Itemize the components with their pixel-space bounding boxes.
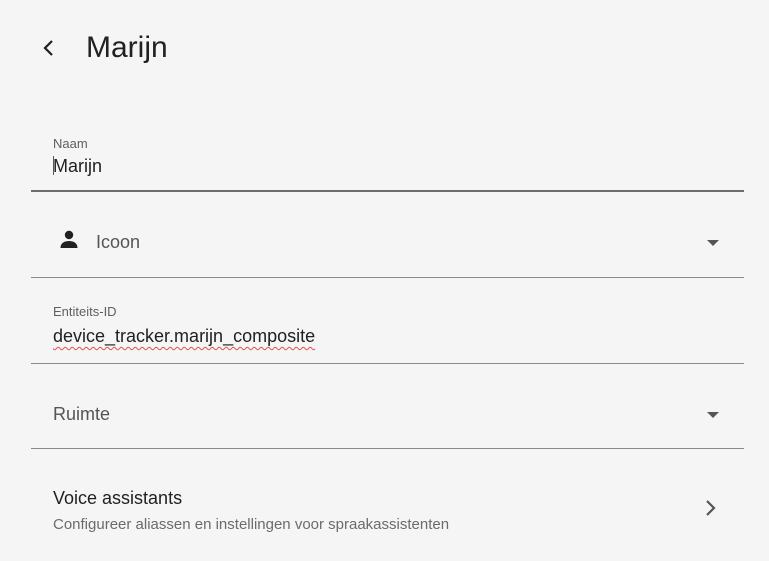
name-field[interactable]: Naam Marijn xyxy=(31,124,744,192)
area-picker[interactable]: Ruimte xyxy=(31,378,744,449)
voice-assistants-subtitle: Configureer aliassen en instellingen voo… xyxy=(53,516,450,533)
page-header: Marijn xyxy=(0,0,769,96)
chevron-right-icon xyxy=(706,500,716,516)
icon-picker-label: Icoon xyxy=(96,232,141,252)
name-input[interactable]: Marijn xyxy=(53,154,693,178)
voice-assistants-title: Voice assistants xyxy=(53,488,183,508)
text-cursor xyxy=(53,156,54,175)
entity-id-input[interactable]: device_tracker.marijn_composite xyxy=(53,324,693,348)
menu-down-icon[interactable] xyxy=(706,236,720,250)
icon-picker[interactable]: Icoon xyxy=(31,206,744,278)
account-icon xyxy=(60,230,78,248)
entity-id-field[interactable]: Entiteits-ID device_tracker.marijn_compo… xyxy=(31,292,744,364)
chevron-left-icon xyxy=(43,40,53,56)
entity-id-field-label: Entiteits-ID xyxy=(53,304,117,319)
entity-settings-page: Marijn Naam Marijn Icoon Entiteits-ID de… xyxy=(0,0,769,561)
page-title: Marijn xyxy=(86,31,168,64)
menu-down-icon[interactable] xyxy=(706,408,720,422)
area-picker-label: Ruimte xyxy=(53,404,111,424)
back-button[interactable] xyxy=(32,30,64,66)
name-field-label: Naam xyxy=(53,136,88,151)
voice-assistants-row[interactable]: Voice assistants Configureer aliassen en… xyxy=(31,460,744,556)
